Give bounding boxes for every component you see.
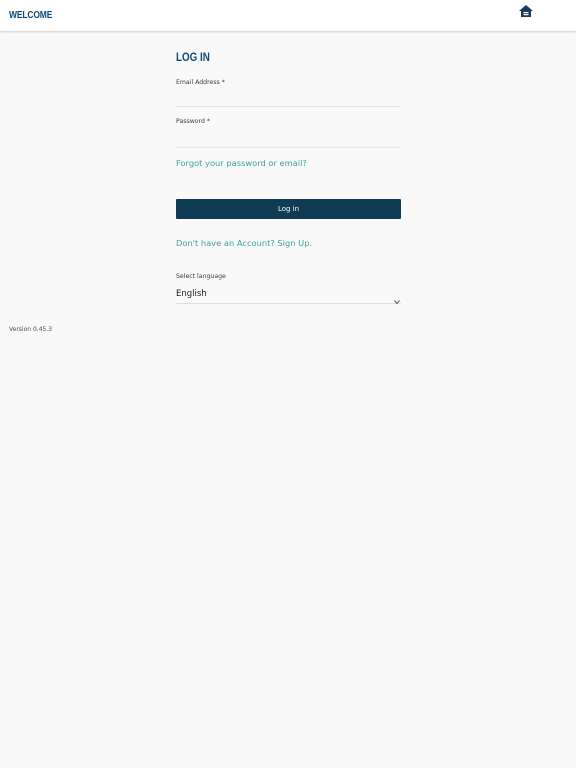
page-title: WELCOME [9,10,53,21]
email-field[interactable] [176,92,401,107]
forgot-password-link[interactable]: Forgot your password or email? [176,158,307,168]
equal-housing-logo-icon [516,4,536,28]
language-selected-value: English [176,289,207,299]
email-label: Email Address * [176,79,225,86]
top-bar: WELCOME [0,0,576,31]
language-select[interactable]: English [176,287,401,305]
language-label: Select language [176,273,226,280]
app-version: Version 0.45.3 [9,326,53,333]
chevron-down-icon [393,291,401,305]
password-field[interactable] [176,133,401,148]
password-label: Password * [176,118,210,125]
login-heading: LOG IN [176,50,210,64]
login-button[interactable]: Log in [176,199,401,219]
signup-link[interactable]: Don't have an Account? Sign Up. [176,238,312,248]
